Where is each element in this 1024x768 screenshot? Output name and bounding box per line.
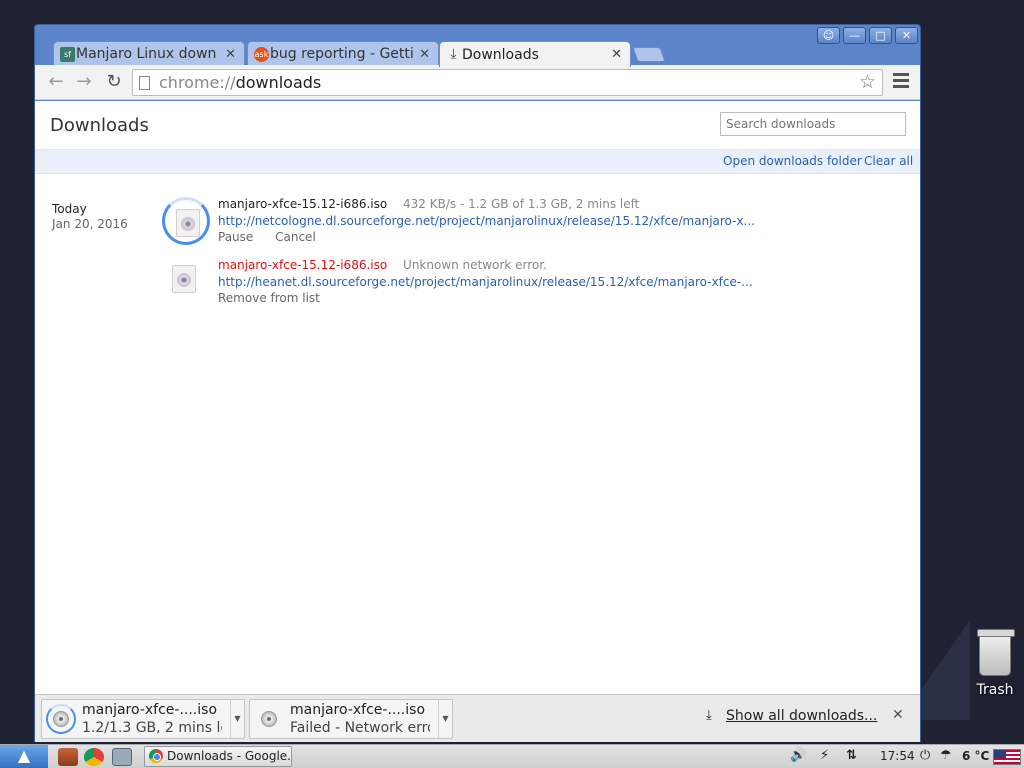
page-title: Downloads bbox=[50, 115, 149, 136]
open-downloads-folder-link[interactable]: Open downloads folder bbox=[723, 154, 862, 168]
date-value: Jan 20, 2016 bbox=[52, 217, 128, 231]
browser-window: ☺ — □ ✕ sf Manjaro Linux down ✕ ask bug … bbox=[34, 24, 921, 742]
taskbar-window-button[interactable]: Downloads - Google... bbox=[144, 746, 292, 767]
window-switcher-icon[interactable] bbox=[112, 748, 132, 766]
trash-desktop-icon[interactable]: Trash bbox=[970, 629, 1020, 698]
tab-strip: sf Manjaro Linux down ✕ ask bug reportin… bbox=[35, 39, 920, 67]
date-label: Today bbox=[52, 202, 87, 216]
remove-from-list-button[interactable]: Remove from list bbox=[218, 291, 320, 305]
download-progress bbox=[162, 197, 210, 245]
weather-icon[interactable]: ☂ bbox=[940, 748, 952, 763]
tab-downloads[interactable]: ⤓ Downloads ✕ bbox=[439, 41, 631, 67]
tab-title: Manjaro Linux down bbox=[76, 46, 217, 62]
tab-close-icon[interactable]: ✕ bbox=[419, 47, 430, 62]
sourceforge-favicon-icon: sf bbox=[60, 47, 75, 62]
disc-file-icon bbox=[172, 265, 196, 293]
bookmark-star-icon[interactable]: ☆ bbox=[859, 70, 876, 95]
download-shelf: manjaro-xfce-....iso 1.2/1.3 GB, 2 mins … bbox=[35, 694, 920, 742]
download-status: 432 KB/s - 1.2 GB of 1.3 GB, 2 mins left bbox=[403, 197, 640, 211]
menu-launcher-icon[interactable]: ▲ bbox=[0, 745, 48, 768]
disc-icon bbox=[261, 711, 277, 727]
task-label: Downloads - Google... bbox=[167, 749, 292, 763]
file-manager-icon[interactable] bbox=[58, 748, 78, 766]
tab-manjaro[interactable]: sf Manjaro Linux down ✕ bbox=[53, 41, 245, 66]
disc-file-icon bbox=[176, 209, 200, 237]
download-url[interactable]: http://heanet.dl.sourceforge.net/project… bbox=[218, 275, 753, 289]
shelf-item-name: manjaro-xfce-....iso bbox=[82, 702, 218, 718]
tab-close-icon[interactable]: ✕ bbox=[225, 47, 236, 62]
browser-toolbar: ← → ↻ chrome://downloads ☆ bbox=[35, 65, 920, 100]
download-icon: ⤓ bbox=[450, 46, 457, 62]
disc-icon bbox=[53, 711, 69, 727]
power-bolt-icon[interactable]: ⚡ bbox=[820, 748, 829, 763]
shelf-icon-holder bbox=[254, 704, 284, 734]
reload-icon[interactable]: ↻ bbox=[103, 72, 125, 92]
tab-close-icon[interactable]: ✕ bbox=[611, 47, 622, 62]
clock[interactable]: 17:54 bbox=[880, 749, 915, 763]
pause-button[interactable]: Pause bbox=[218, 230, 253, 244]
temperature: 6 °C bbox=[962, 749, 990, 763]
date-group: Today Jan 20, 2016 bbox=[52, 202, 128, 231]
chrome-launcher-icon[interactable] bbox=[84, 748, 104, 766]
ask-favicon-icon: ask bbox=[254, 47, 269, 62]
shelf-download-item[interactable]: manjaro-xfce-....iso 1.2/1.3 GB, 2 mins … bbox=[41, 699, 245, 739]
download-status: Unknown network error. bbox=[403, 258, 547, 272]
power-icon[interactable]: ⏻ bbox=[920, 748, 930, 763]
network-icon[interactable]: ⇅ bbox=[846, 748, 857, 763]
page-icon bbox=[139, 76, 150, 90]
keyboard-layout-flag-icon[interactable] bbox=[993, 749, 1021, 765]
chevron-down-icon[interactable]: ▼ bbox=[230, 700, 244, 738]
taskbar: ▲ Downloads - Google... 🔊 ⚡ ⇅ 17:54 ⏻ ☂ … bbox=[0, 744, 1024, 768]
shelf-item-status: 1.2/1.3 GB, 2 mins left bbox=[82, 720, 222, 736]
trash-label: Trash bbox=[976, 682, 1014, 698]
url-host: downloads bbox=[235, 73, 322, 92]
tab-title: Downloads bbox=[462, 46, 539, 63]
forward-arrow-icon[interactable]: → bbox=[73, 72, 95, 92]
clear-all-link[interactable]: Clear all bbox=[864, 154, 913, 168]
download-icon-holder bbox=[162, 258, 210, 306]
search-downloads-input[interactable] bbox=[720, 112, 906, 136]
shelf-item-name: manjaro-xfce-....iso bbox=[290, 702, 426, 718]
chrome-menu-icon[interactable] bbox=[893, 73, 909, 91]
download-filename[interactable]: manjaro-xfce-15.12-i686.iso bbox=[218, 197, 387, 211]
new-tab-button[interactable] bbox=[632, 47, 666, 62]
actions-bar: Open downloads folder Clear all bbox=[35, 150, 920, 174]
volume-icon[interactable]: 🔊 bbox=[790, 748, 806, 763]
download-filename: manjaro-xfce-15.12-i686.iso bbox=[218, 258, 388, 272]
close-shelf-icon[interactable]: ✕ bbox=[892, 707, 904, 723]
back-arrow-icon[interactable]: ← bbox=[45, 72, 67, 92]
url-scheme: chrome:// bbox=[159, 73, 236, 92]
show-all-downloads-link[interactable]: Show all downloads... bbox=[726, 708, 877, 724]
shelf-item-status: Failed - Network error bbox=[290, 720, 430, 736]
page-header: Downloads bbox=[35, 101, 920, 150]
chrome-icon bbox=[149, 749, 163, 763]
shelf-download-item[interactable]: manjaro-xfce-....iso Failed - Network er… bbox=[249, 699, 453, 739]
address-bar[interactable]: chrome://downloads ☆ bbox=[132, 69, 883, 96]
trash-icon bbox=[977, 629, 1015, 676]
download-icon: ⤓ bbox=[706, 708, 712, 723]
chevron-down-icon[interactable]: ▼ bbox=[438, 700, 452, 738]
tab-bug-reporting[interactable]: ask bug reporting - Getti ✕ bbox=[247, 41, 439, 66]
cancel-button[interactable]: Cancel bbox=[275, 230, 316, 244]
download-url[interactable]: http://netcologne.dl.sourceforge.net/pro… bbox=[218, 214, 755, 228]
tab-title: bug reporting - Getti bbox=[270, 46, 414, 62]
downloads-page: Downloads Open downloads folder Clear al… bbox=[35, 101, 920, 694]
shelf-progress bbox=[46, 704, 76, 734]
